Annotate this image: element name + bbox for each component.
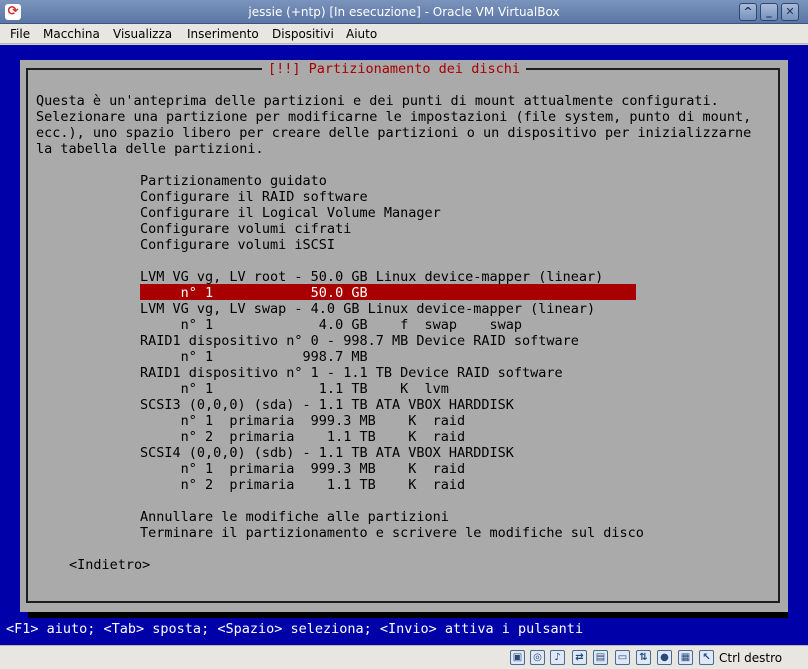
device-lvm-swap[interactable]: LVM VG vg, LV swap - 4.0 GB Linux device… [140,301,595,317]
shared-folder-icon[interactable]: ▤ [593,650,608,665]
device-sdb[interactable]: SCSI4 (0,0,0) (sdb) - 1.1 TB ATA VBOX HA… [140,445,514,461]
hdd-icon[interactable]: ▣ [510,650,525,665]
dialog-title: [!!] Partizionamento dei dischi [262,61,526,77]
window-title-bar[interactable]: ⟳ jessie (+ntp) [In esecuzione] - Oracle… [0,0,808,24]
host-key-label[interactable]: Ctrl destro [719,650,782,666]
device-raid1-md1[interactable]: RAID1 dispositivo n° 1 - 1.1 TB Device R… [140,365,563,381]
close-button[interactable]: ✕ [781,3,799,21]
back-button[interactable]: <Indietro> [69,557,150,573]
device-lvm-root[interactable]: LVM VG vg, LV root - 50.0 GB Linux devic… [140,269,603,285]
optical-disk-icon[interactable]: ◎ [530,650,545,665]
help-line: <F1> aiuto; <Tab> sposta; <Spazio> selez… [6,621,584,637]
device-raid1-md0[interactable]: RAID1 dispositivo n° 0 - 998.7 MB Device… [140,333,579,349]
menu-option-software-raid[interactable]: Configurare il RAID software [140,189,368,205]
display-icon[interactable]: ▭ [615,650,630,665]
menu-option-guided-partitioning[interactable]: Partizionamento guidato [140,173,327,189]
partition-row-selected[interactable]: n° 1 50.0 GB [140,285,368,301]
partition-row[interactable]: n° 2 primaria 1.1 TB K raid [140,477,465,493]
menu-inserimento[interactable]: Inserimento [187,26,259,42]
partition-row[interactable]: n° 2 primaria 1.1 TB K raid [140,429,465,445]
menu-macchina[interactable]: Macchina [43,26,100,42]
partition-row[interactable]: n° 1 998.7 MB [140,349,368,365]
menu-bar: File Macchina Visualizza Inserimento Dis… [0,24,808,44]
menu-dispositivi[interactable]: Dispositivi [272,26,334,42]
audio-icon[interactable]: ♪ [550,650,565,665]
menu-option-finish-partitioning[interactable]: Terminare il partizionamento e scrivere … [140,525,644,541]
device-sda[interactable]: SCSI3 (0,0,0) (sda) - 1.1 TB ATA VBOX HA… [140,397,514,413]
shade-button[interactable]: ^ [739,3,757,21]
menu-file[interactable]: File [10,26,30,42]
menu-visualizza[interactable]: Visualizza [113,26,172,42]
description-line: Questa è un'anteprima delle partizioni e… [36,93,719,109]
video-capture-icon[interactable]: ● [657,650,672,665]
minimize-button[interactable]: _ [760,3,778,21]
status-bar: ▣ ◎ ♪ ⇄ ▤ ▭ ⇅ ● ▦ ↖ ↘ Ctrl destro [0,645,808,669]
description-line: Selezionare una partizione per modificar… [36,109,752,125]
virtualization-icon[interactable]: ▦ [678,650,693,665]
menu-aiuto[interactable]: Aiuto [346,26,377,42]
menu-option-undo-changes[interactable]: Annullare le modifiche alle partizioni [140,509,449,525]
menu-option-encrypted-volumes[interactable]: Configurare volumi cifrati [140,221,351,237]
network-icon[interactable]: ⇅ [636,650,651,665]
partition-row[interactable]: n° 1 1.1 TB K lvm [140,381,449,397]
usb-icon[interactable]: ⇄ [572,650,587,665]
menu-option-lvm[interactable]: Configurare il Logical Volume Manager [140,205,441,221]
partition-row[interactable]: n° 1 primaria 999.3 MB K raid [140,413,465,429]
description-line: la tabella delle partizioni. [36,141,264,157]
mouse-integration-icon[interactable]: ↖ [699,650,714,665]
partition-row[interactable]: n° 1 4.0 GB f swap swap [140,317,522,333]
partition-row[interactable]: n° 1 primaria 999.3 MB K raid [140,461,465,477]
menu-option-iscsi[interactable]: Configurare volumi iSCSI [140,237,335,253]
description-line: ecc.), uno spazio libero per creare dell… [36,125,752,141]
window-title: jessie (+ntp) [In esecuzione] - Oracle V… [248,5,560,19]
